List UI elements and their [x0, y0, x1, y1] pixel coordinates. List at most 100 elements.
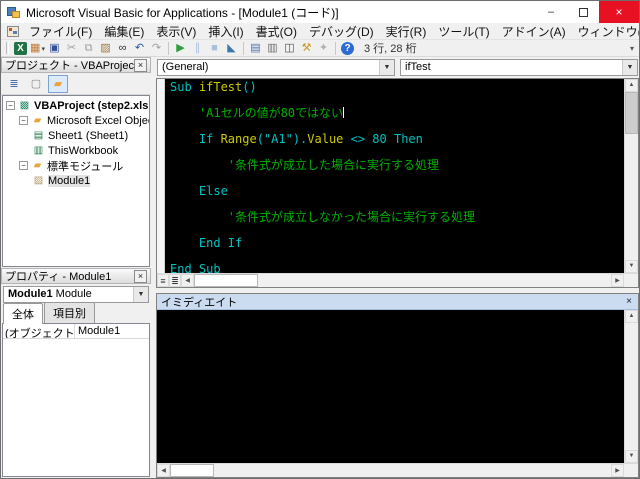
- insert-userform-icon[interactable]: ▦▾: [29, 41, 46, 56]
- standard-toolbar: X ▦▾ ▣ ✂ ⧉ ▨ ∞ ↶ ↷ ▶ ∥ ■ ◣ ▤ ▥ ◫ ⚒ ✦? 3 行, 28 桁 ▾: [1, 40, 639, 57]
- expander-icon[interactable]: −: [19, 116, 28, 125]
- menu-item-file[interactable]: ファイル(F): [23, 22, 98, 41]
- procedure-dropdown-icon[interactable]: ▼: [622, 60, 637, 75]
- cursor-position-status: 3 行, 28 桁: [364, 43, 417, 55]
- maximize-button[interactable]: [567, 1, 599, 23]
- procedure-view-button[interactable]: ≡: [157, 274, 169, 287]
- scroll-up-icon[interactable]: ▲: [625, 310, 638, 323]
- tree-item-project-root[interactable]: − ▩ VBAProject (step2.xlsm): [3, 98, 149, 113]
- expander-icon[interactable]: −: [6, 101, 15, 110]
- break-icon: ∥: [194, 41, 201, 54]
- scroll-left-icon[interactable]: ◀: [181, 274, 194, 287]
- undo-icon[interactable]: ↶: [131, 41, 148, 56]
- tree-item-thisworkbook-item[interactable]: ▥ ThisWorkbook: [3, 143, 149, 158]
- view-object-icon[interactable]: ▢: [26, 75, 46, 93]
- object-selector-dropdown-icon[interactable]: ▼: [133, 287, 148, 302]
- menu-item-debug[interactable]: デバッグ(D): [303, 22, 380, 41]
- toolbar-grip[interactable]: [6, 42, 9, 54]
- excel-objects-folder-label[interactable]: Microsoft Excel Objects: [47, 115, 149, 127]
- code-vertical-scrollbar[interactable]: ▲ ▼: [624, 79, 638, 273]
- project-root-icon: ▩: [19, 100, 30, 111]
- code-horizontal-scrollbar[interactable]: ≡ ≣ ◀ ▶: [157, 273, 638, 287]
- design-mode-icon[interactable]: ◣: [223, 41, 240, 56]
- immediate-text-area[interactable]: [157, 310, 624, 463]
- menu-item-view[interactable]: 表示(V): [150, 22, 202, 41]
- thisworkbook-item-label[interactable]: ThisWorkbook: [48, 145, 118, 157]
- menu-item-tools[interactable]: ツール(T): [432, 22, 495, 41]
- immediate-vscroll-track[interactable]: [625, 323, 638, 450]
- minimize-button[interactable]: –: [535, 1, 567, 23]
- menu-item-window[interactable]: ウィンドウ(W): [572, 22, 639, 41]
- dropdown-arrow-icon[interactable]: ▾: [41, 46, 45, 53]
- immediate-vertical-scrollbar[interactable]: ▲ ▼: [624, 310, 638, 463]
- view-excel-icon[interactable]: X: [14, 41, 27, 55]
- module1-item-icon: ▨: [33, 175, 44, 186]
- project-explorer-icon[interactable]: ▤: [247, 41, 264, 56]
- run-icon[interactable]: ▶: [172, 41, 189, 56]
- close-button[interactable]: ×: [599, 1, 639, 23]
- code-hscroll-thumb[interactable]: [194, 274, 258, 287]
- scroll-up-icon[interactable]: ▲: [625, 79, 638, 92]
- properties-window-icon[interactable]: ▥: [264, 41, 281, 56]
- tab-categorized[interactable]: 項目別: [44, 302, 95, 323]
- mdi-child-window-icon[interactable]: [7, 25, 19, 37]
- tree-item-sheet1-item[interactable]: ▤ Sheet1 (Sheet1): [3, 128, 149, 143]
- tab-alphabetic[interactable]: 全体: [3, 303, 43, 324]
- object-selector-row: Module1 Module ▼: [1, 284, 151, 304]
- toolbar-overflow-button[interactable]: ▾: [630, 44, 637, 53]
- object-dropdown[interactable]: (General) ▼: [157, 59, 395, 76]
- standard-modules-folder-label[interactable]: 標準モジュール: [47, 158, 123, 174]
- menu-item-addins[interactable]: アドイン(A): [496, 22, 572, 41]
- project-root-label[interactable]: VBAProject (step2.xlsm): [34, 100, 149, 112]
- object-dropdown-icon[interactable]: ▼: [379, 60, 394, 75]
- save-icon[interactable]: ▣: [46, 41, 63, 56]
- expander-icon[interactable]: −: [19, 161, 28, 170]
- tree-item-module1-item[interactable]: ▨ Module1: [3, 173, 149, 188]
- menu-item-insert[interactable]: 挿入(I): [202, 22, 249, 41]
- project-panel-close-button[interactable]: ×: [134, 58, 147, 72]
- object-dropdown-value: (General): [162, 61, 209, 73]
- procedure-dropdown[interactable]: ifTest ▼: [400, 59, 638, 76]
- object-selector-combo[interactable]: Module1 Module ▼: [3, 286, 149, 303]
- immediate-close-button[interactable]: ×: [624, 296, 634, 307]
- code-editor[interactable]: Sub ifTest() 'A1セルの値が80ではない If Range("A1…: [165, 79, 624, 273]
- toggle-folders-icon[interactable]: ▰: [48, 74, 68, 93]
- scroll-right-icon[interactable]: ▶: [611, 464, 624, 477]
- properties-grid: (オブジェクト名) Module1: [2, 323, 150, 477]
- vbe-app-icon: [7, 5, 21, 19]
- scroll-left-icon[interactable]: ◀: [157, 464, 170, 477]
- menu-item-run[interactable]: 実行(R): [380, 22, 433, 41]
- properties-panel-close-button[interactable]: ×: [134, 269, 147, 283]
- immediate-hscroll-track[interactable]: [214, 464, 611, 477]
- property-row[interactable]: (オブジェクト名) Module1: [3, 324, 149, 339]
- copy-icon: ⧉: [84, 41, 93, 54]
- menu-item-edit[interactable]: 編集(E): [98, 22, 150, 41]
- code-hscroll-track[interactable]: [258, 274, 611, 287]
- full-module-view-button[interactable]: ≣: [169, 274, 181, 287]
- toolbox-icon[interactable]: ⚒: [298, 41, 315, 56]
- scroll-down-icon[interactable]: ▼: [625, 450, 638, 463]
- scroll-right-icon[interactable]: ▶: [611, 274, 624, 287]
- tree-item-excel-objects-folder[interactable]: −▰ Microsoft Excel Objects: [3, 113, 149, 128]
- sheet1-item-label[interactable]: Sheet1 (Sheet1): [48, 130, 128, 142]
- project-explorer-panel: プロジェクト - VBAProject × ≣ ▢ ▰ − ▩ VBAProject (…: [1, 57, 151, 268]
- immediate-hscroll-thumb[interactable]: [170, 464, 214, 477]
- help-icon[interactable]: ?: [341, 41, 354, 55]
- view-code-icon[interactable]: ≣: [4, 75, 24, 93]
- paste-icon[interactable]: ▨: [97, 41, 114, 56]
- cut-icon: ✂: [66, 41, 77, 54]
- code-vscroll-thumb[interactable]: [625, 92, 638, 134]
- reset-icon: ■: [211, 41, 218, 54]
- menu-item-format[interactable]: 書式(O): [250, 22, 303, 41]
- module1-item-label[interactable]: Module1: [48, 174, 91, 187]
- property-name-cell[interactable]: (オブジェクト名): [3, 324, 75, 338]
- project-tree: − ▩ VBAProject (step2.xlsm) − ▰ Microsoft Exc…: [2, 95, 150, 267]
- find-icon[interactable]: ∞: [114, 41, 131, 56]
- property-value-cell[interactable]: Module1: [75, 324, 149, 338]
- scroll-down-icon[interactable]: ▼: [625, 260, 638, 273]
- object-browser-icon[interactable]: ◫: [281, 41, 298, 56]
- project-panel-toolbar: ≣ ▢ ▰: [1, 73, 151, 95]
- tree-item-standard-modules-folder[interactable]: − ▰ 標準モジュール: [3, 158, 149, 173]
- properties-tabs: 全体 項目別: [1, 302, 151, 324]
- immediate-horizontal-scrollbar[interactable]: ◀ ▶: [157, 463, 638, 477]
